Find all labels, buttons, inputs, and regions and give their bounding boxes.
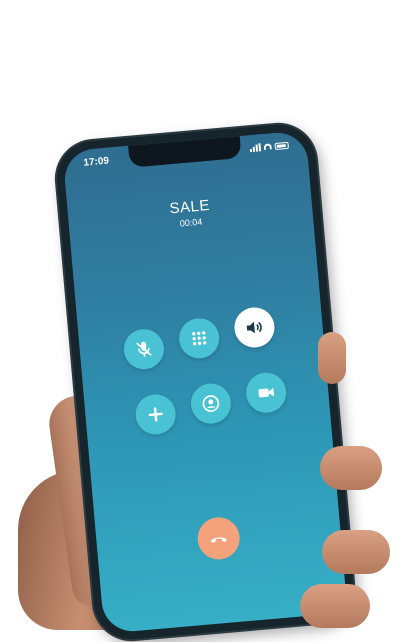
battery-icon xyxy=(274,141,289,149)
smartphone: 17:09 SALE 00:04 xyxy=(54,122,357,642)
signal-icon xyxy=(249,143,261,152)
mic-off-icon xyxy=(133,338,155,360)
keypad-icon xyxy=(188,328,210,350)
finger-little xyxy=(300,584,370,628)
status-icons xyxy=(249,141,289,152)
contacts-icon xyxy=(200,393,222,415)
speaker-button[interactable] xyxy=(233,306,276,349)
finger-top xyxy=(318,332,346,384)
video-icon xyxy=(255,382,277,404)
finger-middle xyxy=(320,446,382,490)
photo-scene: 17:09 SALE 00:04 xyxy=(0,0,408,612)
mute-button[interactable] xyxy=(122,328,165,371)
contacts-button[interactable] xyxy=(189,382,232,425)
speaker-icon xyxy=(244,317,266,339)
end-call-button[interactable] xyxy=(196,516,242,562)
status-time: 17:09 xyxy=(83,156,109,169)
phone-notch xyxy=(128,136,241,168)
wifi-icon xyxy=(263,143,271,150)
finger-ring xyxy=(322,530,390,574)
add-call-button[interactable] xyxy=(134,393,177,436)
end-call-icon xyxy=(207,526,231,550)
add-call-icon xyxy=(145,404,167,426)
caller-info: SALE 00:04 xyxy=(67,188,313,238)
video-button[interactable] xyxy=(244,371,287,414)
phone-screen: 17:09 SALE 00:04 xyxy=(62,130,347,633)
keypad-button[interactable] xyxy=(178,317,221,360)
